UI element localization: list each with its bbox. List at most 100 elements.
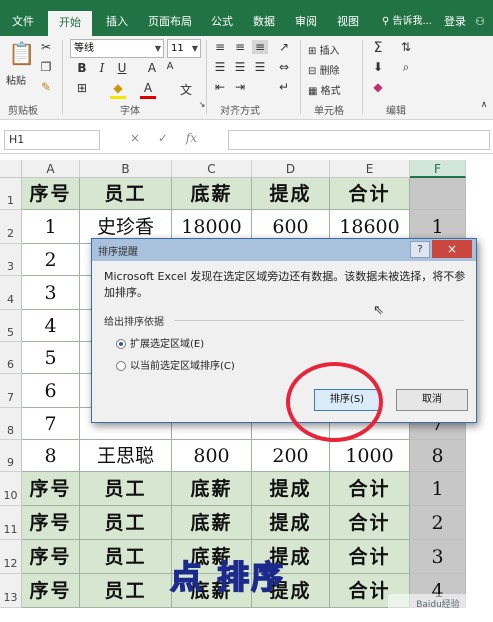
delete-cells-button[interactable]: ⊟ 删除 (308, 62, 340, 77)
align-bottom-icon[interactable]: ≡ (252, 40, 268, 54)
cell-a3[interactable]: 2 (22, 244, 80, 276)
column-header-f[interactable]: F (410, 160, 466, 178)
cell-a9[interactable]: 8 (22, 440, 80, 472)
bold-icon[interactable]: B (74, 61, 90, 75)
row-header[interactable]: 1 (0, 178, 22, 210)
sort-filter-icon[interactable]: ⇅ (398, 40, 414, 54)
cell-b11[interactable]: 员工 (80, 506, 172, 540)
login-link[interactable]: 登录 (440, 10, 470, 34)
row-header[interactable]: 3 (0, 244, 22, 276)
cell-c11[interactable]: 底薪 (172, 506, 252, 540)
column-header-b[interactable]: B (80, 160, 172, 178)
row-header[interactable]: 5 (0, 310, 22, 342)
cell-a8[interactable]: 7 (22, 408, 80, 440)
check-icon[interactable]: ✓ (158, 131, 168, 145)
column-header-c[interactable]: C (172, 160, 252, 178)
cell-b12[interactable]: 员工 (80, 540, 172, 574)
formula-input[interactable] (228, 130, 490, 150)
cell-e10[interactable]: 合计 (330, 472, 410, 506)
font-name-select[interactable]: 等线 ▼ (70, 39, 164, 58)
cell-a11[interactable]: 序号 (22, 506, 80, 540)
cell-a10[interactable]: 序号 (22, 472, 80, 506)
cell-c9[interactable]: 800 (172, 440, 252, 472)
underline-icon[interactable]: U (114, 61, 130, 75)
font-color-icon[interactable]: A (140, 81, 156, 95)
align-middle-icon[interactable]: ≡ (232, 40, 248, 54)
align-top-icon[interactable]: ≡ (212, 40, 228, 54)
close-button[interactable]: × (432, 240, 472, 258)
tell-me-box[interactable]: ⚲ 告诉我... (372, 10, 442, 34)
column-header-a[interactable]: A (22, 160, 80, 178)
find-select-icon[interactable]: ⌕ (398, 60, 414, 75)
radio-unselected-icon[interactable] (116, 361, 126, 371)
format-painter-icon[interactable]: ✎ (38, 80, 54, 94)
wrap-text-icon[interactable]: ↵ (276, 80, 292, 94)
tab-insert[interactable]: 插入 (98, 10, 136, 34)
column-header-e[interactable]: E (330, 160, 410, 178)
row-header[interactable]: 8 (0, 408, 22, 440)
tab-home[interactable]: 开始 (48, 11, 92, 36)
share-icon[interactable]: ⚇ (470, 10, 490, 34)
row-header[interactable]: 11 (0, 506, 22, 540)
option-expand-selection[interactable]: 扩展选定区域(E) (116, 335, 204, 350)
border-icon[interactable]: ⊞ (74, 81, 90, 95)
align-left-icon[interactable]: ☰ (212, 60, 228, 74)
italic-icon[interactable]: I (94, 61, 110, 75)
font-size-select[interactable]: 11 ▼ (167, 39, 201, 58)
cell-e1[interactable]: 合计 (330, 178, 410, 210)
cell-a12[interactable]: 序号 (22, 540, 80, 574)
row-header[interactable]: 9 (0, 440, 22, 472)
paste-button[interactable]: 粘贴 (6, 72, 26, 87)
fill-icon[interactable]: ⬇ (370, 60, 386, 74)
font-shrink-icon[interactable]: A (162, 61, 178, 72)
help-button[interactable]: ? (410, 241, 430, 258)
autosum-icon[interactable]: Σ (370, 40, 386, 56)
cell-d9[interactable]: 200 (252, 440, 330, 472)
cell-f9[interactable]: 8 (410, 440, 466, 472)
phonetic-icon[interactable]: 文 (178, 81, 194, 98)
cell-e9[interactable]: 1000 (330, 440, 410, 472)
cell-c1[interactable]: 底薪 (172, 178, 252, 210)
row-header[interactable]: 4 (0, 276, 22, 310)
cell-b1[interactable]: 员工 (80, 178, 172, 210)
cell-d1[interactable]: 提成 (252, 178, 330, 210)
copy-icon[interactable]: ❐ (38, 60, 54, 74)
increase-indent-icon[interactable]: ⇥ (232, 80, 248, 94)
cell-a7[interactable]: 6 (22, 374, 80, 408)
cell-f1[interactable] (410, 178, 466, 210)
cancel-button[interactable]: 取消 (396, 389, 468, 411)
tab-formulas[interactable]: 公式 (204, 10, 240, 34)
name-box[interactable]: H1 (4, 130, 100, 150)
row-header[interactable]: 10 (0, 472, 22, 506)
cell-b10[interactable]: 员工 (80, 472, 172, 506)
align-center-icon[interactable]: ☰ (232, 60, 248, 74)
row-header[interactable]: 7 (0, 374, 22, 408)
cell-a4[interactable]: 3 (22, 276, 80, 310)
row-header[interactable]: 13 (0, 574, 22, 608)
tab-file[interactable]: 文件 (6, 10, 40, 34)
cell-a5[interactable]: 4 (22, 310, 80, 342)
font-grow-icon[interactable]: A (144, 61, 160, 75)
cancel-icon[interactable]: × (130, 131, 140, 145)
tab-data[interactable]: 数据 (246, 10, 282, 34)
tab-view[interactable]: 视图 (330, 10, 366, 34)
dialog-launcher-icon[interactable]: ↘ (194, 100, 210, 109)
option-current-selection[interactable]: 以当前选定区域排序(C) (116, 357, 235, 372)
cell-a13[interactable]: 序号 (22, 574, 80, 608)
row-header[interactable]: 6 (0, 342, 22, 374)
cell-f10[interactable]: 1 (410, 472, 466, 506)
tab-page-layout[interactable]: 页面布局 (142, 10, 198, 34)
radio-selected-icon[interactable] (116, 339, 126, 349)
orientation-icon[interactable]: ↗ (276, 40, 292, 54)
collapse-ribbon-icon[interactable]: ∧ (476, 100, 492, 110)
cell-a6[interactable]: 5 (22, 342, 80, 374)
cell-a1[interactable]: 序号 (22, 178, 80, 210)
cell-c10[interactable]: 底薪 (172, 472, 252, 506)
row-header[interactable]: 12 (0, 540, 22, 574)
decrease-indent-icon[interactable]: ⇤ (212, 80, 228, 94)
format-cells-button[interactable]: ▦ 格式 (308, 82, 341, 97)
cell-f12[interactable]: 3 (410, 540, 466, 574)
column-header-d[interactable]: D (252, 160, 330, 178)
cell-d10[interactable]: 提成 (252, 472, 330, 506)
tab-review[interactable]: 审阅 (288, 10, 324, 34)
